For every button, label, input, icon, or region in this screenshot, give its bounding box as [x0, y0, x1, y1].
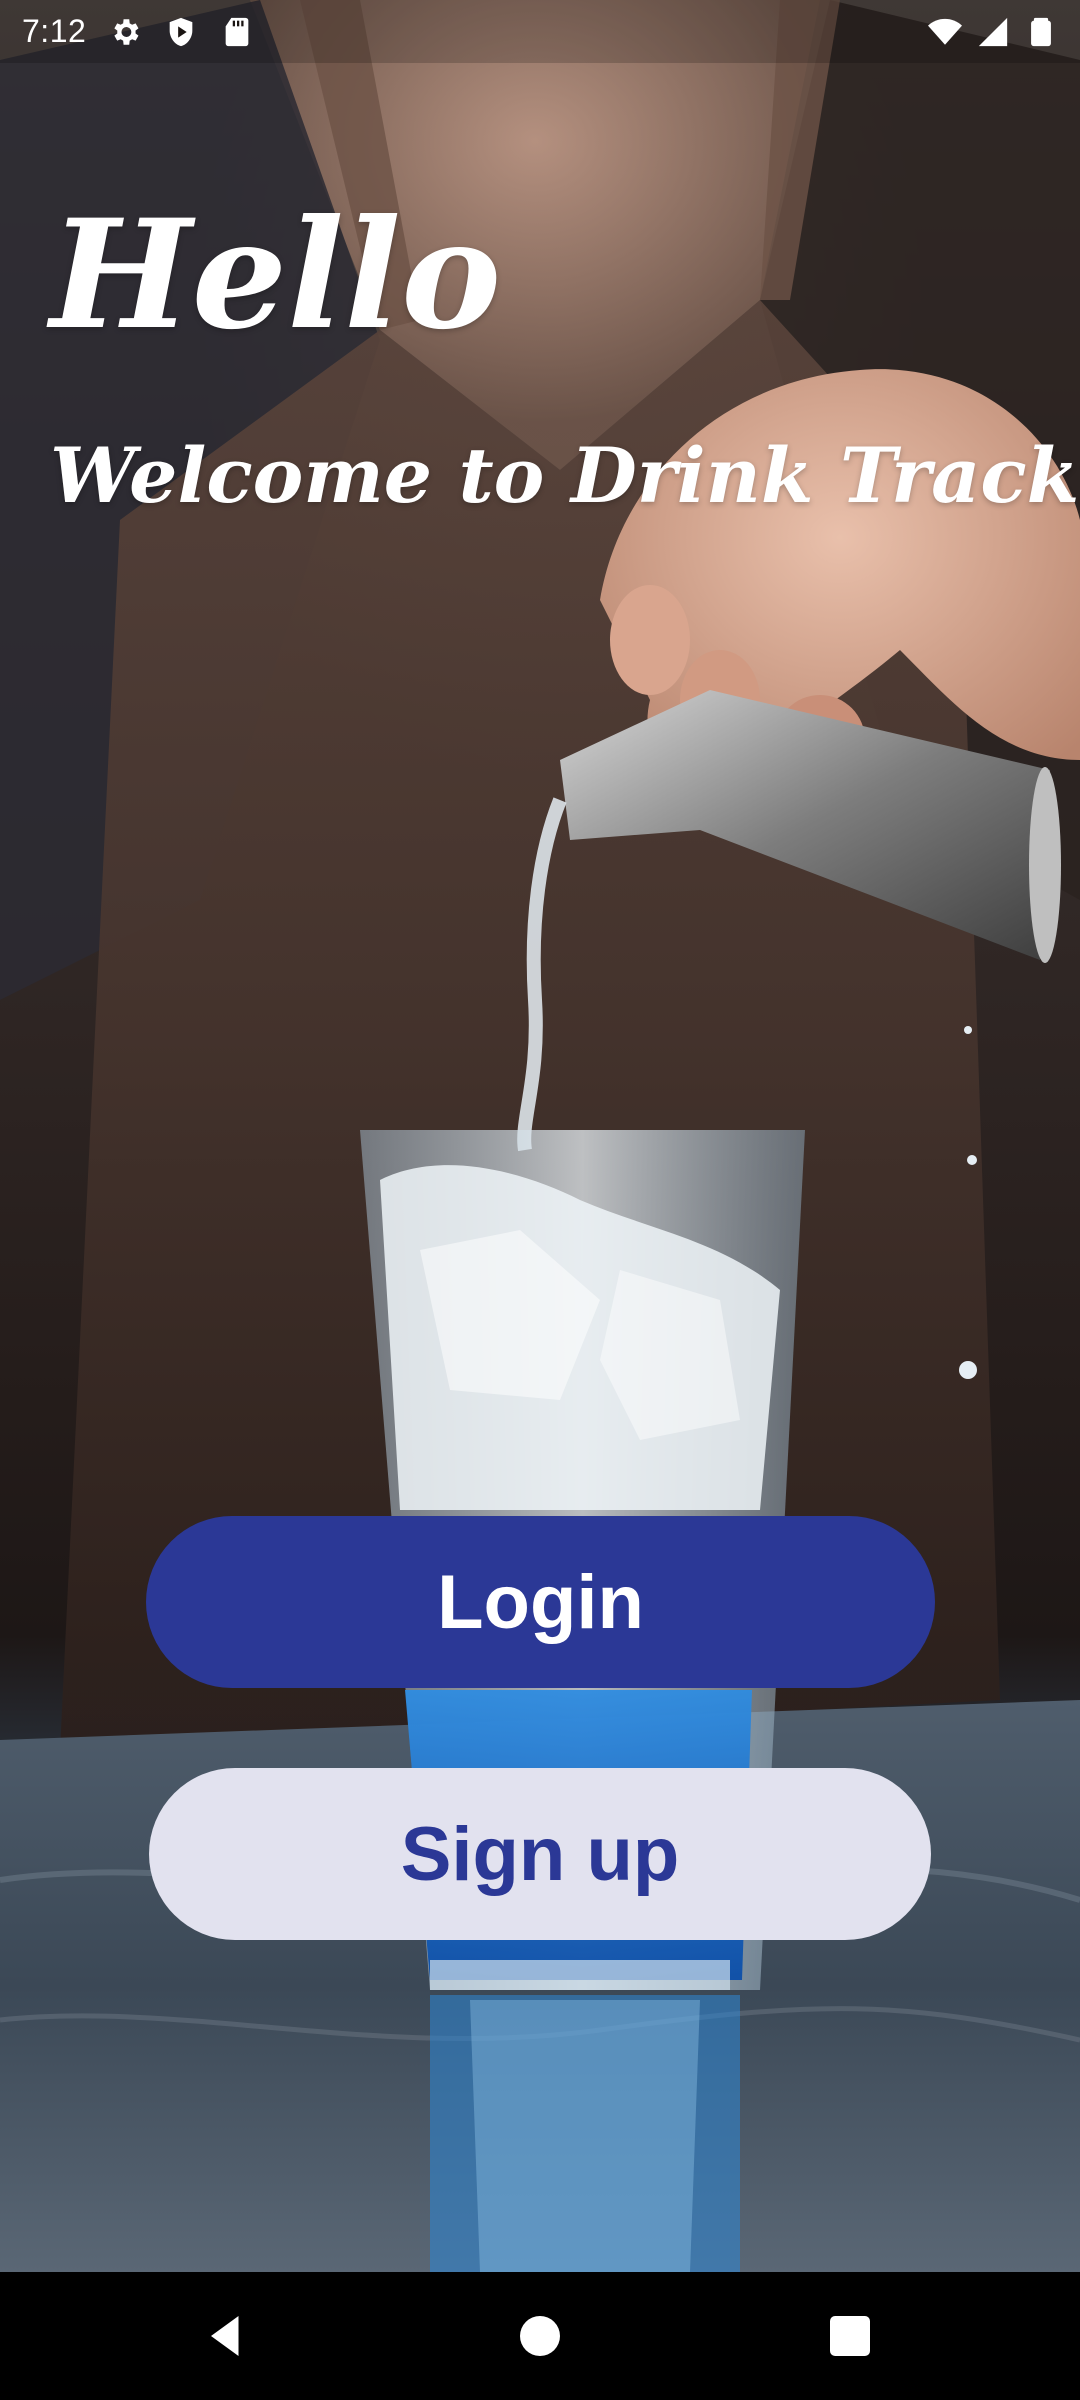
home-icon[interactable]: [510, 2306, 570, 2366]
recents-icon[interactable]: [820, 2306, 880, 2366]
greeting-heading: Hello: [50, 187, 502, 363]
signup-button[interactable]: Sign up: [149, 1768, 931, 1940]
status-bar: 7:12: [0, 0, 1080, 63]
cell-signal-icon: [976, 15, 1010, 49]
play-shield-icon: [164, 15, 198, 49]
battery-icon: [1024, 15, 1058, 49]
wifi-icon: [928, 15, 962, 49]
navigation-bar: [0, 2272, 1080, 2400]
login-button[interactable]: Login: [146, 1516, 935, 1688]
status-time: 7:12: [22, 13, 87, 49]
status-system-icons: [928, 15, 1058, 49]
sd-card-icon: [220, 15, 254, 49]
status-notification-icons: [108, 15, 254, 49]
welcome-subheading: Welcome to Drink Trackr: [50, 431, 1080, 520]
back-icon[interactable]: [196, 2306, 256, 2366]
welcome-screen: 7:12 Hello Welcome to Drink Trackr Login…: [0, 0, 1080, 2400]
gear-icon: [108, 15, 142, 49]
